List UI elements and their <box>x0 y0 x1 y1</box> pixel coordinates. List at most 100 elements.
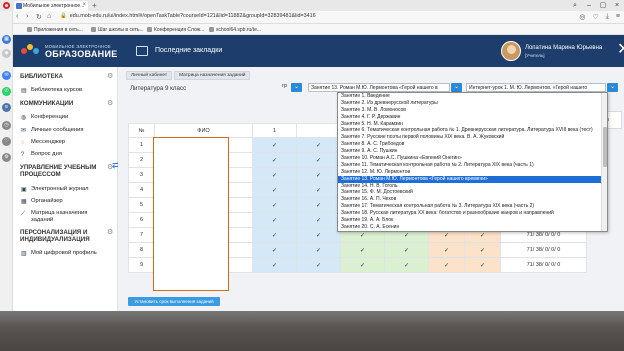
dropdown-option[interactable]: Занятие 12. М. Ю. Лермонтов <box>338 169 607 176</box>
lesson-select-button[interactable]: ⌄ <box>451 83 462 92</box>
group-select-button[interactable]: ⌄ <box>291 83 302 92</box>
maximize-icon[interactable]: ▢ <box>596 0 610 11</box>
dropdown-option[interactable]: Занятие 18. Русская литература XX века: … <box>338 210 607 217</box>
close-icon[interactable]: ✕ <box>617 42 624 58</box>
bookmark-item[interactable]: Конференция Слож... <box>147 27 204 33</box>
nav-journal[interactable]: ▣ Электронный журнал <box>21 186 89 193</box>
gear-icon[interactable]: ⚙ <box>107 72 113 80</box>
heart-icon[interactable]: ♡ <box>593 13 599 21</box>
assign-cell[interactable]: ✓ <box>296 137 341 153</box>
bookmark-item[interactable]: Приложения в сеть... <box>27 27 83 33</box>
material-select[interactable]: Интернет-урок 1. М. Ю. Лермонтов. «Герой… <box>466 83 606 92</box>
material-select-button[interactable]: ⌄ <box>607 83 618 92</box>
assign-cell[interactable]: ✓ <box>340 242 385 258</box>
assign-cell[interactable]: ✓ <box>428 257 465 273</box>
vk-icon[interactable]: в <box>2 103 11 112</box>
avatar[interactable] <box>501 41 521 61</box>
assign-cell[interactable]: ✓ <box>296 182 341 198</box>
dropdown-option[interactable]: Занятие 17. Тематическая контрольная раб… <box>338 203 607 210</box>
bookmark-item[interactable]: school64.spb.ru/te... <box>209 27 261 33</box>
shopping-icon[interactable]: ◆ <box>2 49 11 58</box>
tab-close-icon[interactable]: × <box>82 2 86 8</box>
nav-course-library[interactable]: ▤ Библиотека курсов <box>21 87 82 94</box>
scrollbar-thumb[interactable] <box>603 127 607 167</box>
history-icon[interactable]: ◷ <box>2 121 11 130</box>
minimize-icon[interactable]: – <box>582 0 596 11</box>
nav-messenger[interactable]: ◌ Мессенджер <box>21 139 65 146</box>
dropdown-option[interactable]: Занятие 1. Введение <box>338 93 607 100</box>
assign-cell[interactable]: ✓ <box>464 242 501 258</box>
assign-cell[interactable]: ✓ <box>252 212 297 228</box>
assign-cell[interactable]: ✓ <box>252 137 297 153</box>
dropdown-option[interactable]: Занятие 20. С. А. Есенин <box>338 224 607 231</box>
dropdown-option[interactable]: Занятие 14. Н. В. Гоголь <box>338 183 607 190</box>
messenger-icon[interactable]: ✉ <box>2 71 11 80</box>
menu-icon[interactable]: ≡ <box>616 13 620 21</box>
assign-cell[interactable]: ✓ <box>296 167 341 183</box>
dropdown-option[interactable]: Занятие 6. Тематическая контрольная рабо… <box>338 127 607 134</box>
recent-bookmarks-link[interactable]: Последние закладки <box>155 47 222 54</box>
nav-messages[interactable]: ✉ Личные сообщения <box>21 127 84 134</box>
dropdown-option[interactable]: Занятие 13. Роман М.Ю. Лермонтова «Герой… <box>338 175 607 183</box>
dropdown-option[interactable]: Занятие 8. А. С. Грибоедов <box>338 141 607 148</box>
dropdown-option[interactable]: Занятие 3. М. В. Ломоносов <box>338 107 607 114</box>
assign-cell[interactable]: ✓ <box>384 257 429 273</box>
dropdown-option[interactable]: Занятие 9. А. С. Пушкин <box>338 148 607 155</box>
assign-cell[interactable]: ✓ <box>296 257 341 273</box>
reload-icon[interactable]: ↻ <box>36 13 42 21</box>
camera-icon[interactable]: ◎ <box>579 13 585 21</box>
assign-cell[interactable]: ✓ <box>428 242 465 258</box>
dropdown-option[interactable]: Занятие 10. Роман А.С. Пушкина «Евгений … <box>338 155 607 162</box>
dropdown-option[interactable]: Занятие 5. Н. М. Карамзин <box>338 121 607 128</box>
nav-digital-profile[interactable]: ▥ Мой цифровой профиль <box>21 250 97 257</box>
assign-cell[interactable]: ✓ <box>296 212 341 228</box>
assign-cell[interactable]: ✓ <box>296 197 341 213</box>
dropdown-option[interactable]: Занятие 16. А. П. Чехов <box>338 196 607 203</box>
assign-cell[interactable]: ✓ <box>384 242 429 258</box>
user-name[interactable]: Лопатина Марина Юрьевна <box>525 45 602 51</box>
bookmark-item[interactable]: Шаг школы в сеть... <box>91 27 144 33</box>
recent-bookmarks-icon[interactable] <box>136 46 148 56</box>
assign-cell[interactable]: ✓ <box>252 197 297 213</box>
assign-cell[interactable]: ✓ <box>252 167 297 183</box>
forward-icon[interactable]: › <box>26 13 28 20</box>
home-icon[interactable]: ⌂ <box>47 13 51 20</box>
assign-cell[interactable]: ✓ <box>296 152 341 168</box>
dropdown-option[interactable]: Занятие 15. Ф. М. Достоевский <box>338 189 607 196</box>
assign-cell[interactable]: ✓ <box>296 227 341 243</box>
nav-conferences[interactable]: ◍ Конференции <box>21 114 68 121</box>
whatsapp-icon[interactable]: ✆ <box>2 87 11 96</box>
dropdown-scrollbar[interactable] <box>601 93 607 231</box>
assign-cell[interactable]: ✓ <box>252 152 297 168</box>
assign-cell[interactable]: ✓ <box>252 227 297 243</box>
gear-icon[interactable]: ⚙ <box>107 99 113 107</box>
dropdown-option[interactable]: Занятие 2. Из древнерусской литературы <box>338 100 607 107</box>
assign-cell[interactable]: ✓ <box>340 257 385 273</box>
nav-question-of-day[interactable]: ? Вопрос дня <box>21 151 62 158</box>
nav-organizer[interactable]: ▦ Органайзер <box>21 198 63 205</box>
gear-icon[interactable]: ⚙ <box>107 228 113 236</box>
dropdown-option[interactable]: Занятие 11. Тематическая контрольная раб… <box>338 162 607 169</box>
lesson-select[interactable]: Занятие 13. Роман М.Ю. Лермонтова «Герой… <box>308 83 450 92</box>
assign-cell[interactable]: ✓ <box>252 182 297 198</box>
back-icon[interactable]: ‹ <box>16 13 18 20</box>
assign-cell[interactable]: ✓ <box>464 257 501 273</box>
dropdown-option[interactable]: Занятие 4. Г. Р. Державин <box>338 114 607 121</box>
dropdown-option[interactable]: Занятие 7. Русские поэты первой половины… <box>338 134 607 141</box>
search-tabs-icon[interactable]: ⌕ <box>568 0 582 11</box>
download-icon[interactable]: ⤓ <box>606 13 609 21</box>
nav-matrix[interactable]: ⟋ Матрица назначения заданий <box>21 210 87 224</box>
breadcrumb-current[interactable]: Матрица назначения заданий <box>174 71 251 80</box>
url-field[interactable]: 🔒 edu.mob-edu.ru/ui/index.html#/openTaskT… <box>60 13 316 19</box>
assign-cell[interactable]: ✓ <box>296 242 341 258</box>
assign-cell[interactable]: ✓ <box>252 257 297 273</box>
assign-cell[interactable]: ✓ <box>252 242 297 258</box>
settings-icon[interactable]: ⚙ <box>2 153 11 162</box>
breadcrumb-home[interactable]: Личный кабинет <box>126 71 173 80</box>
dropdown-option[interactable]: Занятие 19. А. А. Блок <box>338 217 607 224</box>
set-deadline-button[interactable]: Установить срок выполнения заданий <box>128 297 220 306</box>
bookmarks-icon[interactable]: ♡ <box>2 137 11 146</box>
speed-dial-icon[interactable]: ▦ <box>2 35 11 44</box>
close-window-icon[interactable]: × <box>610 0 624 11</box>
lesson-dropdown-list[interactable]: Занятие 1. Введение Занятие 2. Из древнер… <box>337 92 608 232</box>
